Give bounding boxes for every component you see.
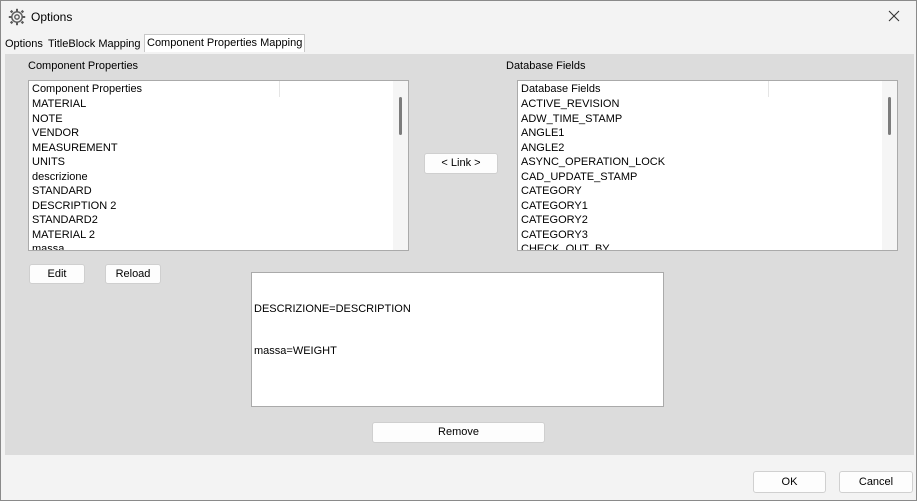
- list-item[interactable]: CATEGORY2: [518, 213, 882, 228]
- component-properties-label: Component Properties: [28, 60, 139, 72]
- list-item[interactable]: ADW_TIME_STAMP: [518, 112, 882, 127]
- list-item[interactable]: MATERIAL: [29, 97, 393, 112]
- title-bar: Options: [1, 1, 916, 33]
- ok-button[interactable]: OK: [753, 471, 826, 493]
- list-item[interactable]: VENDOR: [29, 126, 393, 141]
- vertical-scrollbar[interactable]: [882, 81, 897, 250]
- list-item[interactable]: ASYNC_OPERATION_LOCK: [518, 155, 882, 170]
- options-dialog: Options Options TitleBlock Mapping Compo…: [0, 0, 917, 501]
- column-header-database-fields[interactable]: Database Fields: [518, 81, 769, 97]
- list-item[interactable]: CATEGORY1: [518, 199, 882, 214]
- reload-button[interactable]: Reload: [105, 264, 161, 284]
- list-item[interactable]: MATERIAL 2: [29, 228, 393, 243]
- list-item[interactable]: ACTIVE_REVISION: [518, 97, 882, 112]
- list-items: ACTIVE_REVISION ADW_TIME_STAMP ANGLE1 AN…: [518, 97, 882, 250]
- list-item[interactable]: CHECK_OUT_BY: [518, 242, 882, 250]
- list-item[interactable]: UNITS: [29, 155, 393, 170]
- remove-button[interactable]: Remove: [372, 422, 545, 443]
- list-item[interactable]: CATEGORY3: [518, 228, 882, 243]
- list-item[interactable]: STANDARD2: [29, 213, 393, 228]
- gear-icon: [8, 8, 26, 26]
- cancel-button[interactable]: Cancel: [839, 471, 913, 493]
- list-item[interactable]: ANGLE2: [518, 141, 882, 156]
- list-header: Database Fields: [518, 81, 882, 97]
- link-button[interactable]: < Link >: [424, 153, 498, 174]
- list-header: Component Properties: [29, 81, 393, 97]
- database-fields-list[interactable]: Database Fields ACTIVE_REVISION ADW_TIME…: [517, 80, 898, 251]
- list-item[interactable]: massa: [29, 242, 393, 250]
- list-item[interactable]: CATEGORY: [518, 184, 882, 199]
- list-item[interactable]: descrizione: [29, 170, 393, 185]
- mapping-list[interactable]: DESCRIZIONE=DESCRIPTION massa=WEIGHT: [251, 272, 664, 407]
- list-item[interactable]: CAD_UPDATE_STAMP: [518, 170, 882, 185]
- list-item[interactable]: ANGLE1: [518, 126, 882, 141]
- vertical-scrollbar[interactable]: [393, 81, 408, 250]
- list-item[interactable]: DESCRIPTION 2: [29, 199, 393, 214]
- column-header-component-properties[interactable]: Component Properties: [29, 81, 280, 97]
- list-item[interactable]: MEASUREMENT: [29, 141, 393, 156]
- list-item[interactable]: NOTE: [29, 112, 393, 127]
- close-button[interactable]: [874, 1, 914, 33]
- tab-options[interactable]: Options: [5, 36, 43, 52]
- edit-button[interactable]: Edit: [29, 264, 85, 284]
- tab-strip: Options TitleBlock Mapping Component Pro…: [1, 34, 916, 53]
- mapping-entry[interactable]: massa=WEIGHT: [254, 344, 661, 358]
- scrollbar-thumb[interactable]: [399, 97, 402, 135]
- component-properties-list[interactable]: Component Properties MATERIAL NOTE VENDO…: [28, 80, 409, 251]
- window-title: Options: [31, 10, 73, 24]
- tab-component-properties-mapping[interactable]: Component Properties Mapping: [144, 34, 306, 52]
- tab-titleblock-mapping[interactable]: TitleBlock Mapping: [48, 36, 141, 52]
- database-fields-label: Database Fields: [506, 60, 586, 72]
- close-icon: [888, 10, 900, 25]
- list-item[interactable]: STANDARD: [29, 184, 393, 199]
- tab-content-panel: Component Properties Database Fields Com…: [5, 54, 914, 455]
- scrollbar-thumb[interactable]: [888, 97, 891, 135]
- mapping-entry[interactable]: DESCRIZIONE=DESCRIPTION: [254, 302, 661, 316]
- list-items: MATERIAL NOTE VENDOR MEASUREMENT UNITS d…: [29, 97, 393, 250]
